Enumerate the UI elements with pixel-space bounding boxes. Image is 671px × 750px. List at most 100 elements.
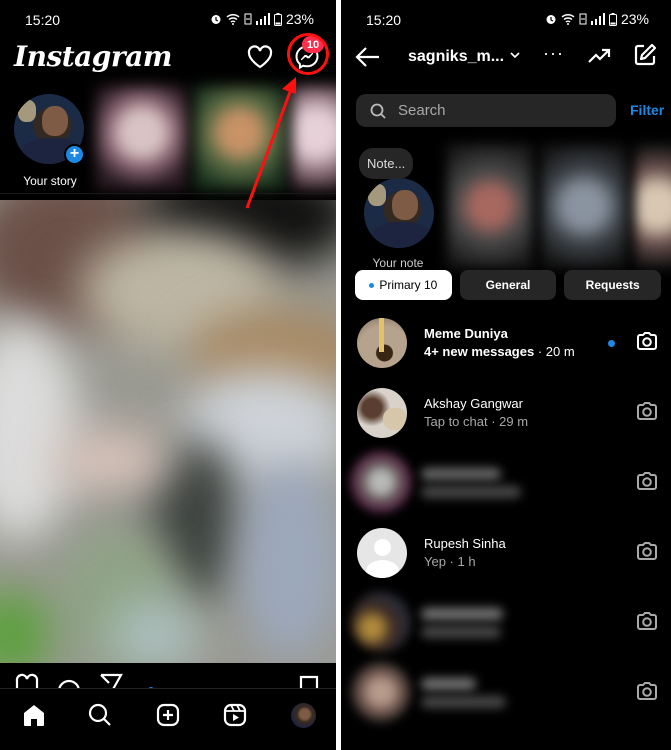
nav-reels[interactable] [221,701,249,729]
heart-icon [247,45,273,69]
inbox-tabs: Primary 10 General Requests [355,270,662,300]
tab-label: Primary 10 [379,278,438,292]
chat-name: Rupesh Sinha [424,536,506,551]
your-story[interactable]: + Your story [14,94,86,194]
back-arrow-icon[interactable] [355,44,381,70]
compose-icon[interactable] [633,43,657,67]
more-icon[interactable]: ··· [543,43,564,64]
status-icons: 23% [545,11,649,27]
camera-icon[interactable] [636,611,658,631]
volte-icon [579,13,587,25]
add-story-icon[interactable]: + [64,144,85,165]
wifi-icon [226,13,240,25]
chat-row-blurred[interactable] [341,658,671,728]
nav-profile[interactable] [289,701,317,729]
signal-icon [590,13,605,25]
friend-note[interactable] [541,144,627,268]
stories-tray: + Your story [0,86,336,200]
unread-messages-badge: 10 [302,36,324,53]
nav-home[interactable] [20,701,48,729]
camera-icon[interactable] [636,331,658,351]
status-bar: 15:20 23% [341,0,671,38]
chat-row-blurred[interactable] [341,588,671,658]
note-bubble[interactable]: Note... [359,148,414,179]
dm-header: sagniks_m... ··· [341,40,671,76]
story-thumbnail[interactable] [292,86,336,190]
chat-avatar [357,318,407,368]
chat-preview: Yep · 1 h [424,554,476,569]
camera-icon[interactable] [636,471,658,491]
chat-time: · 20 m [534,344,575,359]
camera-icon[interactable] [636,401,658,421]
search-input[interactable] [398,102,598,119]
account-switcher[interactable]: sagniks_m... [408,48,504,66]
battery-percent: 23% [620,11,649,27]
chat-row-blurred[interactable] [341,448,671,518]
default-avatar [357,528,407,578]
redacted-preview [421,486,521,498]
status-icons: 23% [210,11,314,27]
filter-button[interactable]: Filter [630,102,664,118]
tab-general[interactable]: General [459,270,557,300]
preview-text: 4+ new messages [424,344,535,359]
tab-label: Requests [585,278,640,292]
story-thumbnail[interactable] [96,86,188,190]
your-story-label: Your story [23,174,77,188]
story-thumbnail[interactable] [194,86,286,190]
status-time: 15:20 [366,12,402,28]
search-icon [88,703,111,726]
trending-icon[interactable] [587,46,611,64]
chat-row[interactable]: Rupesh Sinha Yep · 1 h [341,518,671,588]
bottom-navigation [0,688,336,750]
status-bar: 15:20 23% [0,0,336,38]
your-note-label: Your note [372,256,424,270]
chat-avatar [351,452,411,512]
chat-row[interactable]: Meme Duniya 4+ new messages · 20 m [341,308,671,378]
profile-avatar [290,702,316,728]
redacted-preview [421,696,506,708]
chat-preview: 4+ new messages · 20 m [424,344,575,359]
camera-icon[interactable] [636,681,658,701]
search-field[interactable] [356,94,616,127]
chat-name: Akshay Gangwar [424,396,523,411]
redacted-preview [421,626,501,638]
tab-primary[interactable]: Primary 10 [355,270,452,300]
redacted-name [421,678,476,690]
chat-row[interactable]: Akshay Gangwar Tap to chat · 29 m [341,378,671,448]
instagram-home-screen: 15:20 23% Instagram 10 + Your story [0,0,336,750]
create-icon [156,703,180,727]
unread-indicator [608,340,615,347]
instagram-logo: Instagram [14,40,172,73]
post-actions [0,665,336,693]
divider [0,193,336,194]
camera-icon[interactable] [636,541,658,561]
friend-note[interactable] [635,144,671,268]
notes-tray: Note... Your note [341,140,671,270]
chat-avatar [357,388,407,438]
instagram-direct-messages-screen: 15:20 23% sagniks_m... ··· Filter Note. [341,0,671,750]
tab-requests[interactable]: Requests [564,270,662,300]
nav-create[interactable] [154,701,182,729]
redacted-name [421,608,503,620]
chevron-down-icon[interactable] [509,50,521,60]
tab-label: General [485,278,531,292]
status-time: 15:20 [25,12,61,28]
nav-search[interactable] [86,701,114,729]
volte-icon [244,13,252,25]
wifi-icon [561,13,575,25]
redacted-name [421,468,501,480]
search-icon [370,103,386,119]
post-image[interactable] [0,200,336,663]
home-icon [24,705,44,726]
signal-icon [255,13,270,25]
your-note-avatar [364,178,434,248]
battery-icon [273,12,282,26]
unread-dot [369,282,375,288]
chat-preview: Tap to chat · 29 m [424,414,529,429]
chat-avatar [351,662,411,722]
chat-list: Meme Duniya 4+ new messages · 20 m Aksha… [341,308,671,728]
chat-name: Meme Duniya [424,326,508,341]
notifications-button[interactable] [246,43,274,71]
friend-note[interactable] [447,144,533,268]
your-note[interactable]: Note... Your note [355,148,441,270]
